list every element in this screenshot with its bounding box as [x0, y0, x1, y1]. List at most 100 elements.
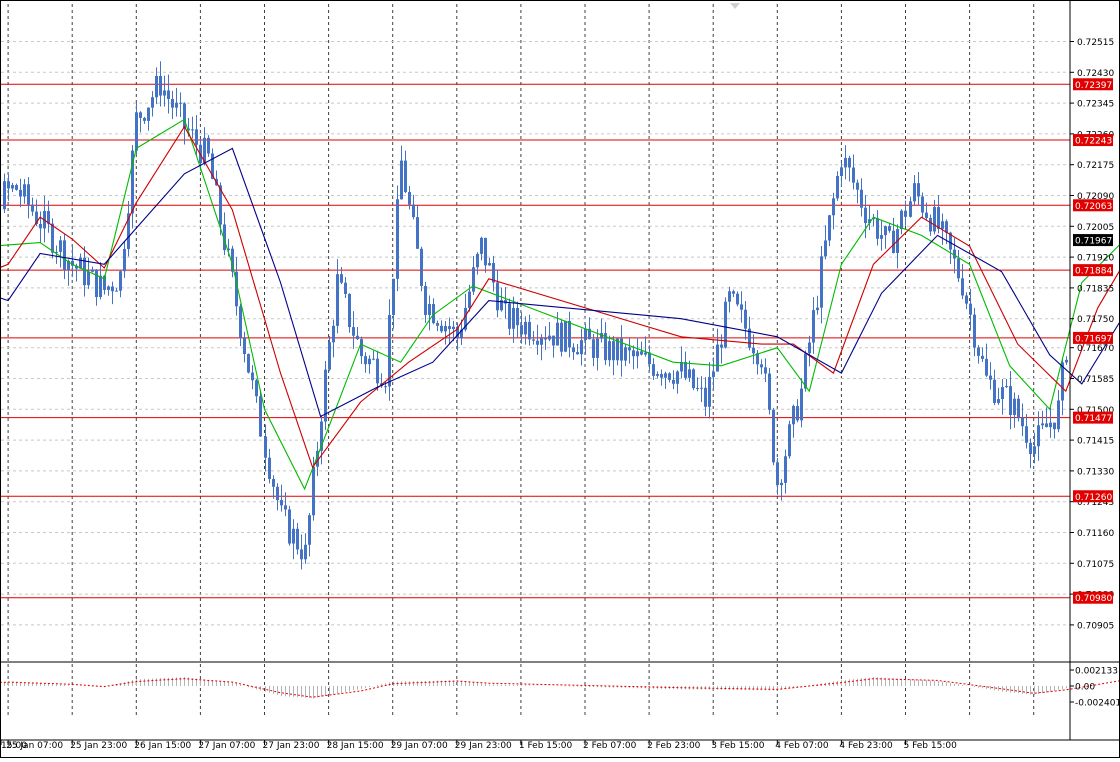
candle-body [552, 335, 555, 346]
candle-body [1009, 386, 1012, 416]
candle-body [985, 358, 988, 376]
candle-body [276, 486, 279, 501]
candle-body [1053, 422, 1056, 430]
candle-body [251, 372, 254, 381]
candle-body [259, 396, 262, 437]
candle-body [740, 304, 743, 310]
candle-body [468, 291, 471, 308]
candle-body [921, 196, 924, 213]
candle-body [876, 218, 879, 239]
candle-body [1001, 387, 1004, 400]
candle-body [348, 293, 351, 328]
candle-body [720, 344, 723, 348]
candle-body [548, 335, 551, 340]
candle-body [612, 341, 615, 361]
candle-body [472, 267, 475, 292]
candle-body [292, 528, 295, 544]
candle-body [480, 237, 483, 254]
candle-body [652, 364, 655, 376]
candle-body [484, 237, 487, 266]
candle-body [1025, 426, 1028, 443]
candle-body [1057, 400, 1060, 430]
price-tick-label: 0.72005 [1077, 223, 1114, 233]
price-tick-label: 0.72345 [1077, 100, 1114, 110]
candle-body [536, 340, 539, 345]
candle-body [852, 167, 855, 183]
candle-body [900, 210, 903, 230]
candle-body [1037, 425, 1040, 447]
price-tick-label: 0.71920 [1077, 254, 1114, 264]
candle-body [11, 185, 14, 189]
candle-body [692, 369, 695, 389]
candle-body [904, 210, 907, 217]
candle-body [848, 157, 851, 168]
candle-body [796, 405, 799, 421]
candle-body [268, 457, 271, 480]
candle-body [776, 462, 779, 486]
price-tick-label: 0.71585 [1077, 375, 1114, 385]
candle-body [99, 275, 102, 298]
candle-body [929, 217, 932, 232]
time-tick-label: 2 Feb 23:00 [647, 741, 701, 751]
candle-body [973, 314, 976, 348]
time-tick-label: 2 Feb 07:00 [583, 741, 637, 751]
level-label: 0.70980 [1075, 594, 1112, 604]
time-tick-label: 1 Feb 15:00 [519, 741, 573, 751]
candle-body [644, 352, 647, 355]
candle-body [1033, 446, 1036, 454]
candle-body [87, 271, 90, 286]
candle-body [712, 371, 715, 377]
candle-body [364, 356, 367, 365]
time-tick-label: 4 Feb 23:00 [839, 741, 893, 751]
price-tick-label: 0.71330 [1077, 467, 1114, 477]
candle-body [780, 482, 783, 486]
candle-body [396, 199, 399, 279]
candle-body [736, 293, 739, 305]
candle-body [1049, 422, 1052, 428]
candle-body [516, 307, 519, 326]
candle-body [388, 314, 391, 387]
candle-body [957, 258, 960, 279]
candle-body [264, 436, 267, 458]
candle-body [608, 341, 611, 361]
time-tick-label: 27 Jan 07:00 [198, 741, 255, 751]
candle-body [1045, 423, 1048, 428]
candle-body [648, 352, 651, 365]
candle-body [800, 388, 803, 421]
candle-body [744, 309, 747, 329]
candle-body [993, 379, 996, 403]
candle-body [23, 184, 26, 197]
candle-body [532, 339, 535, 341]
candle-body [840, 167, 843, 177]
candle-body [412, 204, 415, 218]
time-tick-label: 25 Jan 07:00 [6, 741, 63, 751]
candle-body [207, 137, 210, 154]
candle-body [933, 207, 936, 232]
candle-body [1021, 417, 1024, 427]
candle-body [764, 367, 767, 374]
candle-body [1005, 386, 1008, 388]
level-label: 0.72243 [1075, 137, 1112, 147]
candle-body [528, 321, 531, 340]
candle-body [788, 424, 791, 457]
candle-body [15, 185, 18, 190]
candle-body [576, 352, 579, 355]
candle-body [280, 500, 283, 506]
candle-body [444, 326, 447, 332]
time-tick-label: 3 Feb 15:00 [711, 741, 765, 751]
candle-body [179, 102, 182, 104]
price-tick-label: 0.71415 [1077, 437, 1114, 447]
candle-body [428, 304, 431, 316]
price-chart: 0.725150.724300.723450.722600.721750.720… [0, 0, 1120, 758]
candle-body [941, 221, 944, 229]
candle-body [836, 176, 839, 199]
candle-body [7, 181, 10, 189]
candle-body [716, 344, 719, 372]
candle-body [1041, 423, 1044, 426]
candle-body [917, 183, 920, 197]
time-tick-label: 26 Jan 15:00 [134, 741, 191, 751]
candle-body [965, 295, 968, 304]
candle-body [969, 303, 972, 315]
chart-background [0, 0, 1120, 758]
candle-body [151, 97, 154, 108]
